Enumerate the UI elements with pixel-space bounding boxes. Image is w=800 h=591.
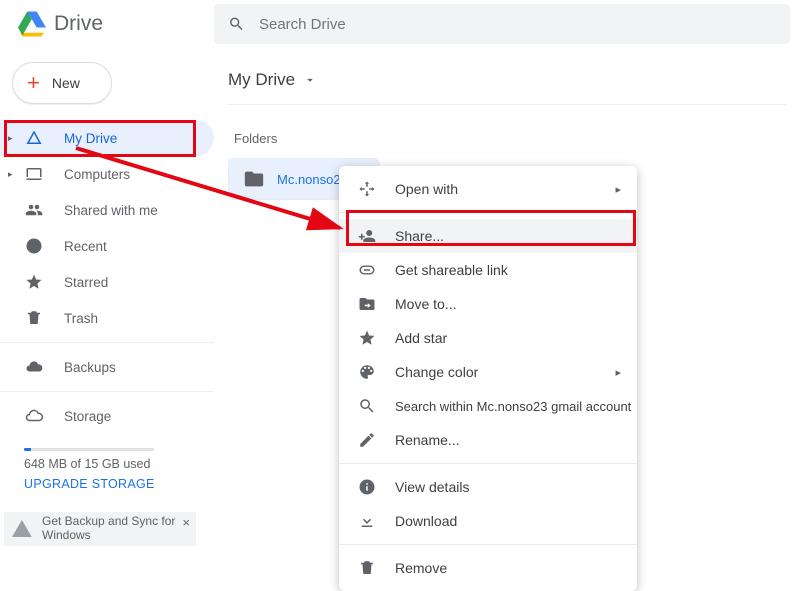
chevron-down-icon xyxy=(303,73,317,87)
caret-icon: ▸ xyxy=(8,169,16,180)
divider xyxy=(339,212,637,213)
promo-text: Get Backup and Sync for Windows xyxy=(42,515,188,543)
cloud-filled-icon xyxy=(24,358,44,376)
sidebar-item-label: My Drive xyxy=(64,131,117,146)
sidebar-item-starred[interactable]: Starred xyxy=(0,264,214,300)
search-icon xyxy=(228,15,245,33)
download-icon xyxy=(357,512,377,530)
sidebar-item-shared[interactable]: Shared with me xyxy=(0,192,214,228)
info-icon xyxy=(357,478,377,496)
ctx-label: View details xyxy=(395,479,469,495)
divider xyxy=(339,463,637,464)
sidebar-item-label: Computers xyxy=(64,167,130,182)
ctx-label: Search within Mc.nonso23 gmail account xyxy=(395,399,631,414)
caret-icon: ▸ xyxy=(8,133,16,144)
backup-sync-promo[interactable]: Get Backup and Sync for Windows × xyxy=(4,512,196,546)
ctx-label: Add star xyxy=(395,330,447,346)
sidebar-item-backups[interactable]: Backups xyxy=(0,349,214,385)
ctx-share[interactable]: Share... xyxy=(339,219,637,253)
drive-logo[interactable]: Drive xyxy=(0,10,214,38)
sidebar: + New ▸ My Drive ▸ Computers Shared with… xyxy=(0,48,214,491)
move-icon xyxy=(357,295,377,313)
ctx-open-with[interactable]: Open with ▸ xyxy=(339,172,637,206)
computers-icon xyxy=(24,165,44,183)
sidebar-item-label: Backups xyxy=(64,360,116,375)
sidebar-item-trash[interactable]: Trash xyxy=(0,300,214,336)
ctx-view-details[interactable]: View details xyxy=(339,470,637,504)
new-button-label: New xyxy=(52,75,80,91)
ctx-label: Get shareable link xyxy=(395,262,508,278)
search-input[interactable] xyxy=(259,16,776,33)
divider xyxy=(0,342,214,343)
chevron-right-icon: ▸ xyxy=(615,183,621,196)
ctx-remove[interactable]: Remove xyxy=(339,551,637,585)
open-with-icon xyxy=(357,180,377,198)
link-icon xyxy=(357,261,377,279)
ctx-move-to[interactable]: Move to... xyxy=(339,287,637,321)
upgrade-storage-link[interactable]: UPGRADE STORAGE xyxy=(24,477,214,491)
breadcrumb-label: My Drive xyxy=(228,70,295,90)
ctx-search-within[interactable]: Search within Mc.nonso23 gmail account xyxy=(339,389,637,423)
sidebar-item-storage[interactable]: Storage xyxy=(0,398,214,434)
sidebar-item-label: Starred xyxy=(64,275,108,290)
sidebar-item-computers[interactable]: ▸ Computers xyxy=(0,156,214,192)
divider xyxy=(339,544,637,545)
ctx-label: Remove xyxy=(395,560,447,576)
sidebar-item-my-drive[interactable]: ▸ My Drive xyxy=(0,120,214,156)
chevron-right-icon: ▸ xyxy=(615,366,621,379)
shared-icon xyxy=(24,201,44,219)
trash-icon xyxy=(24,309,44,327)
ctx-get-link[interactable]: Get shareable link xyxy=(339,253,637,287)
star-icon xyxy=(357,329,377,347)
breadcrumb[interactable]: My Drive xyxy=(228,64,786,96)
recent-icon xyxy=(24,237,44,255)
palette-icon xyxy=(357,363,377,381)
plus-icon: + xyxy=(27,72,40,94)
ctx-label: Share... xyxy=(395,228,444,244)
folders-section-label: Folders xyxy=(234,131,786,146)
star-icon xyxy=(24,273,44,291)
close-icon[interactable]: × xyxy=(182,515,190,530)
rename-icon xyxy=(357,431,377,449)
ctx-label: Download xyxy=(395,513,457,529)
ctx-label: Move to... xyxy=(395,296,456,312)
backup-sync-icon xyxy=(12,520,32,538)
drive-icon xyxy=(24,129,44,147)
sidebar-item-recent[interactable]: Recent xyxy=(0,228,214,264)
drive-logo-icon xyxy=(18,10,46,38)
ctx-label: Rename... xyxy=(395,432,460,448)
context-menu: Open with ▸ Share... Get shareable link … xyxy=(339,166,637,591)
storage-section: 648 MB of 15 GB used UPGRADE STORAGE xyxy=(0,434,214,491)
ctx-label: Change color xyxy=(395,364,478,380)
new-button[interactable]: + New xyxy=(12,62,112,104)
app-name: Drive xyxy=(54,12,103,36)
search-icon xyxy=(357,397,377,415)
sidebar-item-label: Recent xyxy=(64,239,107,254)
trash-icon xyxy=(357,559,377,577)
folder-name: Mc.nonso23 xyxy=(277,172,348,187)
sidebar-item-label: Shared with me xyxy=(64,203,158,218)
divider xyxy=(0,391,214,392)
storage-used-text: 648 MB of 15 GB used xyxy=(24,457,214,471)
search-bar[interactable] xyxy=(214,4,790,44)
ctx-change-color[interactable]: Change color ▸ xyxy=(339,355,637,389)
person-add-icon xyxy=(357,227,377,245)
folder-icon xyxy=(243,168,265,190)
ctx-download[interactable]: Download xyxy=(339,504,637,538)
cloud-outline-icon xyxy=(24,407,44,425)
ctx-label: Open with xyxy=(395,181,458,197)
sidebar-item-label: Trash xyxy=(64,311,98,326)
ctx-rename[interactable]: Rename... xyxy=(339,423,637,457)
divider xyxy=(228,104,786,105)
sidebar-item-label: Storage xyxy=(64,409,111,424)
storage-bar xyxy=(24,448,154,451)
ctx-add-star[interactable]: Add star xyxy=(339,321,637,355)
